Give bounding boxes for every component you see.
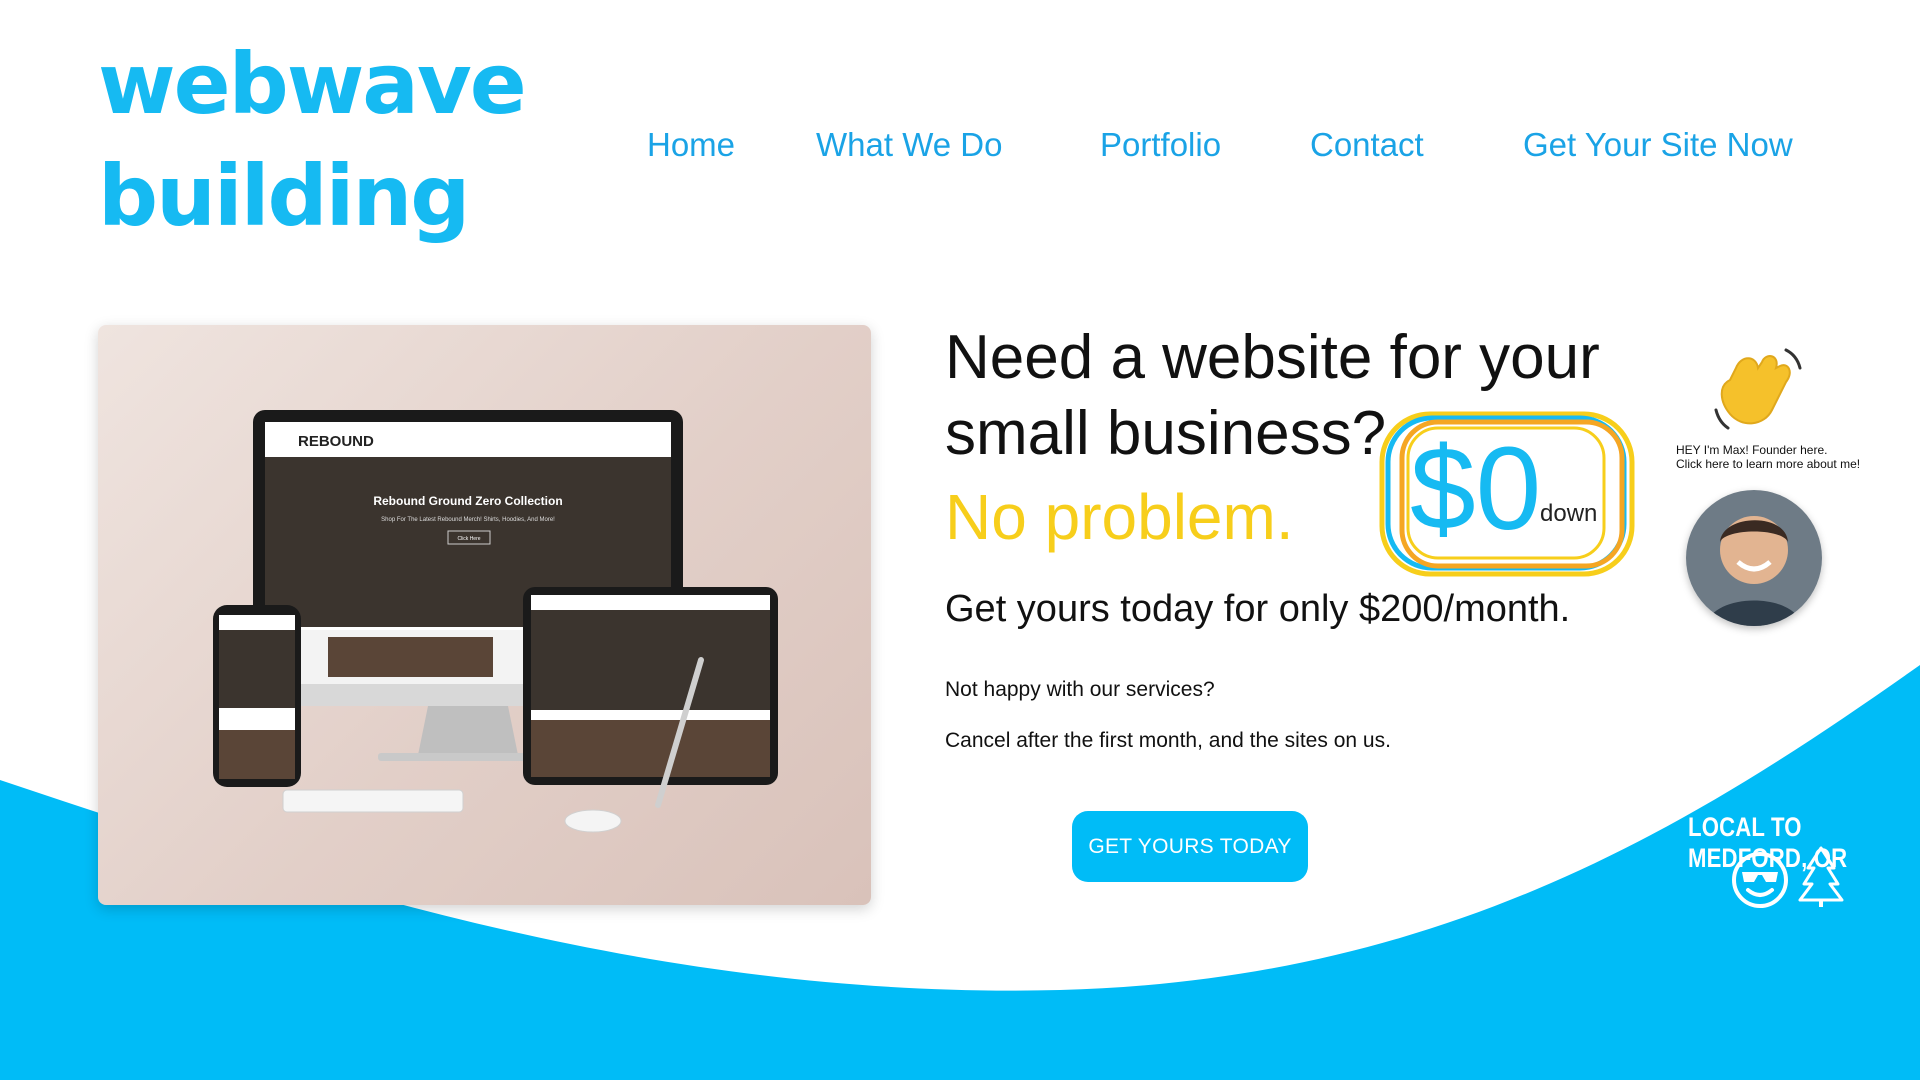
hero-headline-line-1: Need a website for your xyxy=(945,323,1600,392)
site-logo[interactable]: webwave building xyxy=(98,28,527,252)
nav-portfolio[interactable]: Portfolio xyxy=(1100,126,1221,164)
mockup-hero-sub: Shop For The Latest Rebound Merch! Shirt… xyxy=(381,517,555,523)
waving-hand-icon xyxy=(1714,348,1802,430)
nav-contact[interactable]: Contact xyxy=(1310,126,1424,164)
guarantee-note-1: Not happy with our services? xyxy=(945,678,1215,701)
nav-what-we-do[interactable]: What We Do xyxy=(816,126,1002,164)
nav-get-your-site-now[interactable]: Get Your Site Now xyxy=(1523,126,1793,164)
guarantee-note-2: Cancel after the first month, and the si… xyxy=(945,729,1391,752)
price-sub-label: down xyxy=(1540,500,1598,527)
hero-subheadline: Get yours today for only $200/month. xyxy=(945,588,1571,630)
price-amount: $0 xyxy=(1410,423,1542,555)
nav-home[interactable]: Home xyxy=(647,126,735,164)
founder-line-2: Click here to learn more about me! xyxy=(1676,457,1861,471)
founder-line-1: HEY I'm Max! Founder here. xyxy=(1676,443,1828,457)
mockup-hero-title: Rebound Ground Zero Collection xyxy=(373,494,562,508)
hero-highlight: No problem. xyxy=(945,481,1294,553)
sunglasses-smiley-icon xyxy=(1732,852,1788,908)
logo-line-2: building xyxy=(98,147,470,245)
pine-tree-icon xyxy=(1798,846,1844,907)
mockup-button: Click Here xyxy=(457,536,480,542)
device-mockup-image: REBOUND Rebound Ground Zero Collection S… xyxy=(98,325,871,905)
founder-intro-text[interactable]: HEY I'm Max! Founder here. Click here to… xyxy=(1676,443,1896,471)
logo-line-1: webwave xyxy=(98,35,527,133)
get-yours-today-button[interactable]: GET YOURS TODAY xyxy=(1072,811,1308,882)
mockup-brand: REBOUND xyxy=(298,433,374,450)
founder-avatar[interactable] xyxy=(1686,490,1822,626)
